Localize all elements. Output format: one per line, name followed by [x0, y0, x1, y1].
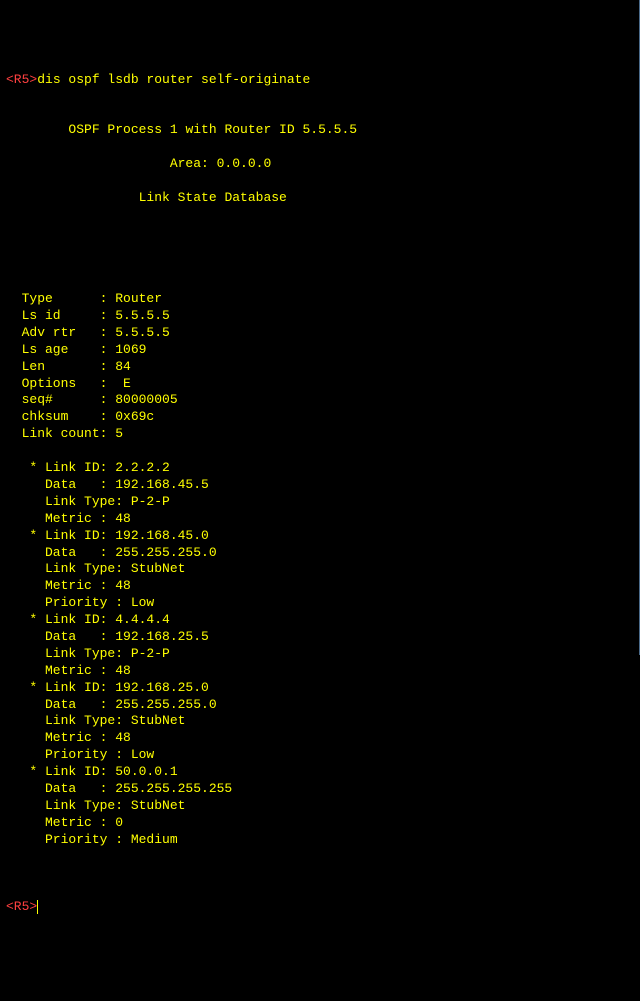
lsa-links: * Link ID: 2.2.2.2 Data : 192.168.45.5 L… — [6, 460, 633, 848]
link-row: * Link ID: 50.0.0.1 — [6, 764, 633, 781]
command-text: dis ospf lsdb router self-originate — [37, 72, 310, 87]
lsa-field-row: Adv rtr : 5.5.5.5 — [6, 325, 633, 342]
blank-line — [6, 88, 633, 105]
lsa-field-row: Ls age : 1069 — [6, 342, 633, 359]
link-row: Link Type: P-2-P — [6, 646, 633, 663]
link-row: Data : 255.255.255.0 — [6, 697, 633, 714]
ospf-lsdb: Link State Database — [6, 190, 633, 207]
prompt-host-end: <R5> — [6, 899, 37, 914]
link-row: Metric : 48 — [6, 730, 633, 747]
link-row: Link Type: P-2-P — [6, 494, 633, 511]
link-row: Metric : 48 — [6, 663, 633, 680]
link-row: * Link ID: 2.2.2.2 — [6, 460, 633, 477]
ospf-area: Area: 0.0.0.0 — [6, 156, 633, 173]
blank-line — [6, 865, 633, 882]
link-row: Metric : 48 — [6, 511, 633, 528]
link-row: Metric : 48 — [6, 578, 633, 595]
header-area: Area: 0.0.0.0 — [170, 156, 271, 171]
link-row: Data : 192.168.25.5 — [6, 629, 633, 646]
lsa-field-row: seq# : 80000005 — [6, 392, 633, 409]
blank-line — [6, 257, 633, 274]
link-row: Metric : 0 — [6, 815, 633, 832]
link-row: Priority : Medium — [6, 832, 633, 849]
prompt-host: <R5> — [6, 72, 37, 87]
terminal[interactable]: <R5>dis ospf lsdb router self-originate … — [6, 72, 633, 917]
link-row: * Link ID: 4.4.4.4 — [6, 612, 633, 629]
link-row: * Link ID: 192.168.45.0 — [6, 528, 633, 545]
cursor — [37, 900, 38, 914]
link-row: Data : 255.255.255.0 — [6, 545, 633, 562]
link-row: Priority : Low — [6, 595, 633, 612]
link-row: Data : 255.255.255.255 — [6, 781, 633, 798]
lsa-field-row: Ls id : 5.5.5.5 — [6, 308, 633, 325]
link-row: * Link ID: 192.168.25.0 — [6, 680, 633, 697]
lsa-field-row: chksum : 0x69c — [6, 409, 633, 426]
lsa-fields: Type : Router Ls id : 5.5.5.5 Adv rtr : … — [6, 291, 633, 443]
header-process: OSPF Process 1 with Router ID 5.5.5.5 — [68, 122, 357, 137]
lsa-field-row: Type : Router — [6, 291, 633, 308]
link-row: Priority : Low — [6, 747, 633, 764]
lsa-field-row: Options : E — [6, 376, 633, 393]
header-lsdb: Link State Database — [139, 190, 287, 205]
link-row: Data : 192.168.45.5 — [6, 477, 633, 494]
ospf-header: OSPF Process 1 with Router ID 5.5.5.5 — [6, 122, 633, 139]
link-row: Link Type: StubNet — [6, 713, 633, 730]
blank-line — [6, 224, 633, 241]
link-row: Link Type: StubNet — [6, 561, 633, 578]
link-row: Link Type: StubNet — [6, 798, 633, 815]
lsa-field-row: Link count: 5 — [6, 426, 633, 443]
lsa-field-row: Len : 84 — [6, 359, 633, 376]
